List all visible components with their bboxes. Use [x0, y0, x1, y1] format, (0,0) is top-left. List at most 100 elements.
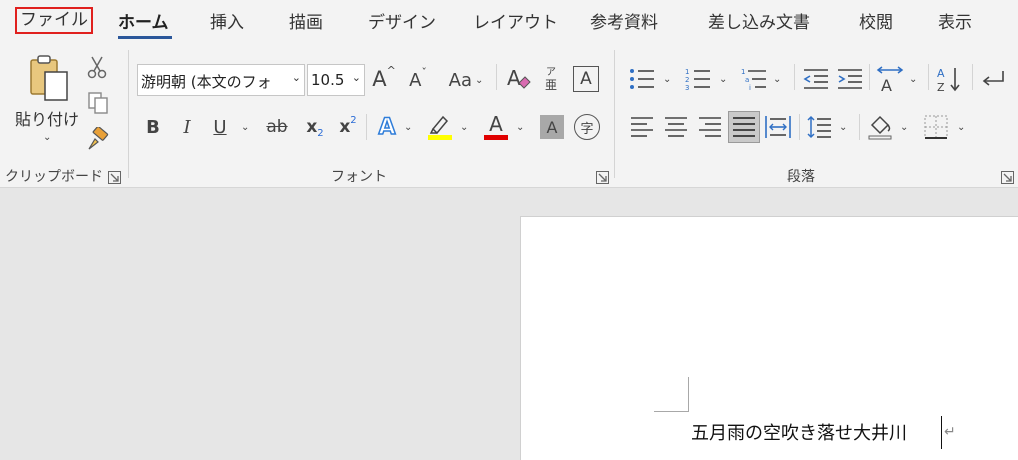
- align-left-icon[interactable]: [629, 114, 655, 140]
- tab-layout[interactable]: レイアウト: [473, 8, 558, 33]
- tab-file[interactable]: ファイル: [15, 7, 93, 34]
- strikethrough-button[interactable]: ab: [262, 114, 292, 140]
- shrink-font-glyph: A: [409, 69, 422, 91]
- underline-chevron-down-icon[interactable]: ⌄: [241, 122, 249, 133]
- divider: [972, 64, 973, 90]
- line-spacing-chevron-down-icon[interactable]: ⌄: [839, 122, 847, 133]
- justify-icon[interactable]: [728, 111, 760, 143]
- font-color-swatch: [484, 134, 508, 140]
- change-case-button[interactable]: Aa ⌄: [444, 66, 488, 94]
- chevron-down-icon: ⌄: [351, 71, 361, 84]
- margin-crop-mark: [654, 411, 689, 412]
- font-name-value: 游明朝 (本文のフォ: [141, 73, 272, 91]
- superscript-marker: 2: [350, 114, 357, 126]
- sort-icon[interactable]: AZ: [935, 64, 965, 94]
- distributed-icon[interactable]: [764, 114, 792, 140]
- tab-home[interactable]: ホーム: [118, 8, 169, 33]
- grow-font-glyph: A: [372, 67, 387, 91]
- character-border-button[interactable]: A: [573, 66, 599, 92]
- shading-bucket-icon[interactable]: [866, 112, 894, 142]
- svg-text:a: a: [745, 76, 749, 84]
- show-formatting-marks-icon[interactable]: [978, 64, 1008, 94]
- asian-layout-chevron-down-icon[interactable]: ⌄: [909, 74, 917, 85]
- phonetic-guide-button[interactable]: ア 亜: [540, 64, 562, 94]
- borders-chevron-down-icon[interactable]: ⌄: [957, 122, 965, 133]
- group-separator: [128, 50, 129, 178]
- font-color-button[interactable]: A: [482, 110, 510, 142]
- font-group-label: フォント: [331, 169, 387, 185]
- paste-chevron-down-icon[interactable]: ⌄: [43, 132, 51, 143]
- subscript-button[interactable]: x2: [303, 114, 327, 140]
- bold-button[interactable]: B: [141, 114, 165, 140]
- document-text[interactable]: 五月雨の空吹き落せ大井川: [691, 419, 907, 445]
- font-color-chevron-down-icon[interactable]: ⌄: [516, 122, 524, 133]
- ribbon-home: 貼り付け ⌄ クリップボード 游明朝 (本文のフォ ⌄ 10.5 ⌄ A ^ A…: [0, 42, 1018, 188]
- font-name-dropdown[interactable]: 游明朝 (本文のフォ ⌄: [137, 64, 305, 96]
- tab-mailings[interactable]: 差し込み文書: [708, 8, 810, 33]
- chevron-down-icon: ⌄: [291, 71, 301, 84]
- svg-text:i: i: [749, 84, 751, 90]
- svg-text:2: 2: [685, 76, 689, 84]
- active-tab-indicator: [118, 36, 172, 39]
- tab-view[interactable]: 表示: [938, 8, 972, 33]
- phonetic-bottom-glyph: 亜: [544, 78, 557, 92]
- line-spacing-icon[interactable]: [805, 114, 833, 140]
- shrink-font-button[interactable]: Aˇ: [404, 66, 432, 94]
- paragraph-launcher-icon[interactable]: [1001, 169, 1014, 184]
- decrease-indent-icon[interactable]: [802, 66, 830, 92]
- italic-button[interactable]: I: [175, 114, 199, 140]
- paragraph-mark-icon: ↵: [944, 424, 956, 440]
- multilevel-chevron-down-icon[interactable]: ⌄: [773, 74, 781, 85]
- highlight-chevron-down-icon[interactable]: ⌄: [460, 122, 468, 133]
- paragraph-group-label: 段落: [787, 169, 815, 185]
- bullets-chevron-down-icon[interactable]: ⌄: [663, 74, 671, 85]
- divider: [799, 114, 800, 140]
- svg-text:A: A: [507, 66, 521, 90]
- asian-layout-icon[interactable]: A: [875, 64, 905, 94]
- subscript-glyph: x: [306, 117, 318, 137]
- paste-button-label[interactable]: 貼り付け: [15, 106, 79, 130]
- grow-font-button[interactable]: A ^: [370, 64, 398, 94]
- paintbrush-icon[interactable]: [84, 126, 110, 152]
- tab-insert[interactable]: 挿入: [210, 8, 244, 33]
- divider: [869, 64, 870, 90]
- divider: [928, 64, 929, 90]
- font-launcher-icon[interactable]: [596, 169, 609, 184]
- shading-chevron-down-icon[interactable]: ⌄: [900, 122, 908, 133]
- numbering-chevron-down-icon[interactable]: ⌄: [719, 74, 727, 85]
- align-center-icon[interactable]: [663, 114, 689, 140]
- superscript-glyph: x: [339, 117, 351, 137]
- copy-icon[interactable]: [86, 90, 110, 116]
- svg-text:1: 1: [685, 68, 689, 76]
- change-case-glyph: Aa: [448, 69, 472, 91]
- numbering-icon[interactable]: 123: [684, 66, 712, 92]
- enclose-characters-button[interactable]: 字: [574, 114, 600, 140]
- highlight-color-button[interactable]: [426, 112, 454, 142]
- divider: [366, 114, 367, 140]
- underline-button[interactable]: U: [208, 114, 232, 140]
- paste-icon[interactable]: [24, 54, 74, 104]
- borders-icon[interactable]: [922, 114, 950, 140]
- text-effects-button[interactable]: A: [373, 112, 401, 142]
- tab-references[interactable]: 参考資料: [590, 8, 658, 33]
- text-effects-chevron-down-icon[interactable]: ⌄: [404, 122, 412, 133]
- character-shading-button[interactable]: A: [540, 115, 564, 139]
- eraser-icon[interactable]: A: [504, 64, 532, 94]
- increase-indent-icon[interactable]: [836, 66, 864, 92]
- caret-up-icon: ^: [386, 63, 396, 77]
- subscript-marker: 2: [317, 127, 324, 139]
- font-size-dropdown[interactable]: 10.5 ⌄: [307, 64, 365, 96]
- chevron-down-icon: ⌄: [474, 74, 484, 86]
- svg-text:A: A: [881, 76, 892, 93]
- tab-draw[interactable]: 描画: [289, 8, 323, 33]
- bullets-icon[interactable]: [628, 66, 656, 92]
- align-right-icon[interactable]: [697, 114, 723, 140]
- text-cursor: [941, 416, 942, 449]
- svg-text:Z: Z: [937, 81, 945, 93]
- tab-review[interactable]: 校閲: [859, 8, 893, 33]
- scissors-icon[interactable]: [86, 54, 108, 80]
- superscript-button[interactable]: x2: [336, 114, 360, 140]
- clipboard-launcher-icon[interactable]: [108, 169, 121, 184]
- multilevel-list-icon[interactable]: 1ai: [740, 66, 768, 92]
- tab-design[interactable]: デザイン: [368, 8, 436, 33]
